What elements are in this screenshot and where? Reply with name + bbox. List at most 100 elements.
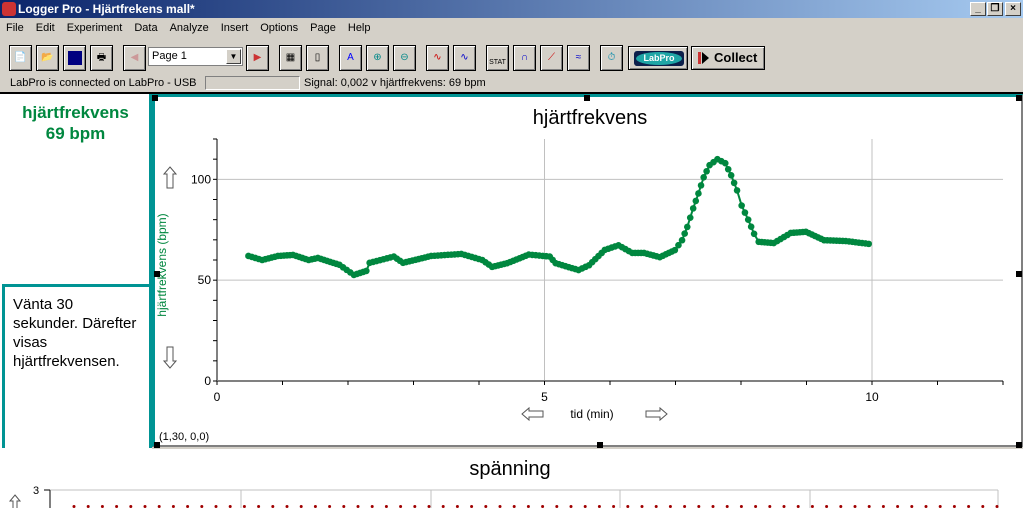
menu-page[interactable]: Page (304, 18, 342, 38)
resize-handle[interactable] (152, 95, 158, 101)
zoom-in-icon: ⊕ (373, 52, 382, 63)
statistics-button[interactable]: STAT (486, 45, 509, 71)
linear-fit-button[interactable]: ⟋ (540, 45, 563, 71)
menu-experiment[interactable]: Experiment (61, 18, 129, 38)
coordinate-readout: (1,30, 0,0) (159, 431, 209, 443)
heart-rate-meter[interactable]: hjärtfrekvens 69 bpm (2, 94, 152, 285)
data-point (692, 197, 700, 205)
y-tick-label: 100 (191, 172, 211, 186)
tangent-button[interactable]: ∿ (453, 45, 476, 71)
save-button[interactable] (63, 45, 86, 71)
zoom-in-button[interactable]: ⊕ (366, 45, 389, 71)
next-page-button[interactable]: ▶ (246, 45, 269, 71)
zoom-out-icon: ⊖ (400, 52, 409, 63)
title-bar: Logger Pro - Hjärtfrekens mall* (0, 0, 1023, 18)
resize-handle[interactable] (154, 442, 160, 448)
meter-value: 69 bpm (45, 124, 106, 143)
scroll-left-arrow-icon (521, 406, 544, 422)
y-tick-label: 0 (204, 374, 211, 388)
curve-fit-icon: ≈ (575, 52, 582, 63)
curve-fit-button[interactable]: ≈ (567, 45, 590, 71)
resize-handle[interactable] (154, 271, 160, 277)
data-point (681, 230, 688, 237)
sensor-icon: ▯ (314, 52, 321, 63)
menu-edit[interactable]: Edit (30, 18, 61, 38)
labpro-label: LabPro (636, 52, 682, 65)
data-browser-button[interactable]: ▦ (279, 45, 302, 71)
data-collection-button[interactable]: ⏱ (600, 45, 623, 71)
print-button[interactable]: 🖶 (90, 45, 113, 71)
window-title: Logger Pro - Hjärtfrekens mall* (18, 2, 195, 16)
data-point (700, 174, 707, 181)
autoscale-button[interactable]: A (339, 45, 362, 71)
data-point (865, 240, 873, 248)
chart-title: spänning (469, 458, 550, 480)
zoom-out-button[interactable]: ⊖ (393, 45, 416, 71)
menu-analyze[interactable]: Analyze (164, 18, 215, 38)
stopwatch-icon: ⏱ (607, 52, 616, 63)
previous-page-button[interactable]: ◀ (123, 45, 146, 71)
data-point (727, 172, 735, 179)
scale-up-arrow-icon (8, 494, 22, 508)
menu-options[interactable]: Options (254, 18, 304, 38)
menu-data[interactable]: Data (128, 18, 163, 38)
resize-handle[interactable] (1016, 442, 1022, 448)
open-icon: 📂 (41, 52, 54, 63)
scale-up-arrow-icon (162, 166, 178, 189)
save-icon (67, 51, 82, 65)
data-point (695, 190, 702, 197)
chevron-down-icon[interactable]: ▼ (226, 49, 241, 64)
menu-file[interactable]: File (0, 18, 30, 38)
meter-label: hjärtfrekvens (22, 103, 129, 122)
heart-rate-graph[interactable]: hjärtfrekvens 0 50 100 0 5 10 hjärtfrekvens (bp… (152, 94, 1023, 447)
collect-button[interactable]: Collect (691, 46, 765, 70)
examine-button[interactable]: ∿ (426, 45, 449, 71)
page-select[interactable]: Page 1 ▼ (148, 47, 243, 66)
y-tick-label: 3 (33, 485, 39, 497)
voltage-graph[interactable]: spänning 3 (0, 449, 1023, 508)
menu-help[interactable]: Help (342, 18, 377, 38)
resize-handle[interactable] (584, 95, 590, 101)
play-icon (702, 52, 709, 64)
sensor-button[interactable]: ▯ (306, 45, 329, 71)
heart-rate-chart: hjärtfrekvens 0 50 100 0 5 10 hjärtfrekvens (bp… (155, 107, 1004, 443)
resize-handle[interactable] (1016, 271, 1022, 277)
data-point (689, 205, 697, 212)
x-axis-label: tid (min) (570, 407, 613, 421)
voltage-chart: spänning 3 (8, 458, 999, 508)
new-button[interactable]: 📄 (9, 45, 32, 71)
data-point (730, 179, 738, 187)
linear-fit-icon: ⟋ (548, 52, 555, 63)
y-tick-label: 50 (198, 273, 212, 287)
data-point (724, 165, 732, 173)
resize-handle[interactable] (597, 442, 603, 448)
integral-button[interactable]: ∩ (513, 45, 536, 71)
menu-insert[interactable]: Insert (215, 18, 255, 38)
previous-page-icon: ◀ (130, 52, 139, 63)
signal-status: Signal: 0,002 v hjärtfrekvens: 69 bpm (304, 77, 486, 89)
x-tick-label: 5 (541, 390, 548, 404)
restore-button[interactable]: ❐ (987, 2, 1003, 16)
minimize-button[interactable]: _ (970, 2, 986, 16)
scroll-right-arrow-icon (645, 406, 668, 422)
x-tick-label: 0 (214, 390, 221, 404)
open-button[interactable]: 📂 (36, 45, 59, 71)
resize-handle[interactable] (1016, 95, 1022, 101)
collect-icon (698, 52, 701, 64)
data-point (678, 236, 686, 244)
print-icon: 🖶 (96, 52, 107, 63)
data-browser-icon: ▦ (285, 52, 296, 63)
examine-icon: ∿ (433, 52, 442, 63)
menu-bar: File Edit Experiment Data Analyze Insert Optio… (0, 18, 1023, 38)
data-point (733, 187, 741, 194)
instruction-text-box[interactable]: Vänta 30 sekunder. Därefter visas hjärtf… (2, 284, 152, 448)
y-axis-label: hjärtfrekvens (bpm) (155, 213, 169, 316)
logger-pro-app-icon (2, 2, 16, 16)
labpro-button[interactable]: LabPro (628, 46, 688, 70)
next-page-icon: ▶ (253, 52, 262, 63)
page-select-value: Page 1 (152, 50, 187, 62)
tangent-icon: ∿ (460, 52, 469, 63)
data-point (683, 223, 691, 231)
data-point (363, 267, 370, 275)
close-button[interactable]: × (1005, 2, 1021, 16)
